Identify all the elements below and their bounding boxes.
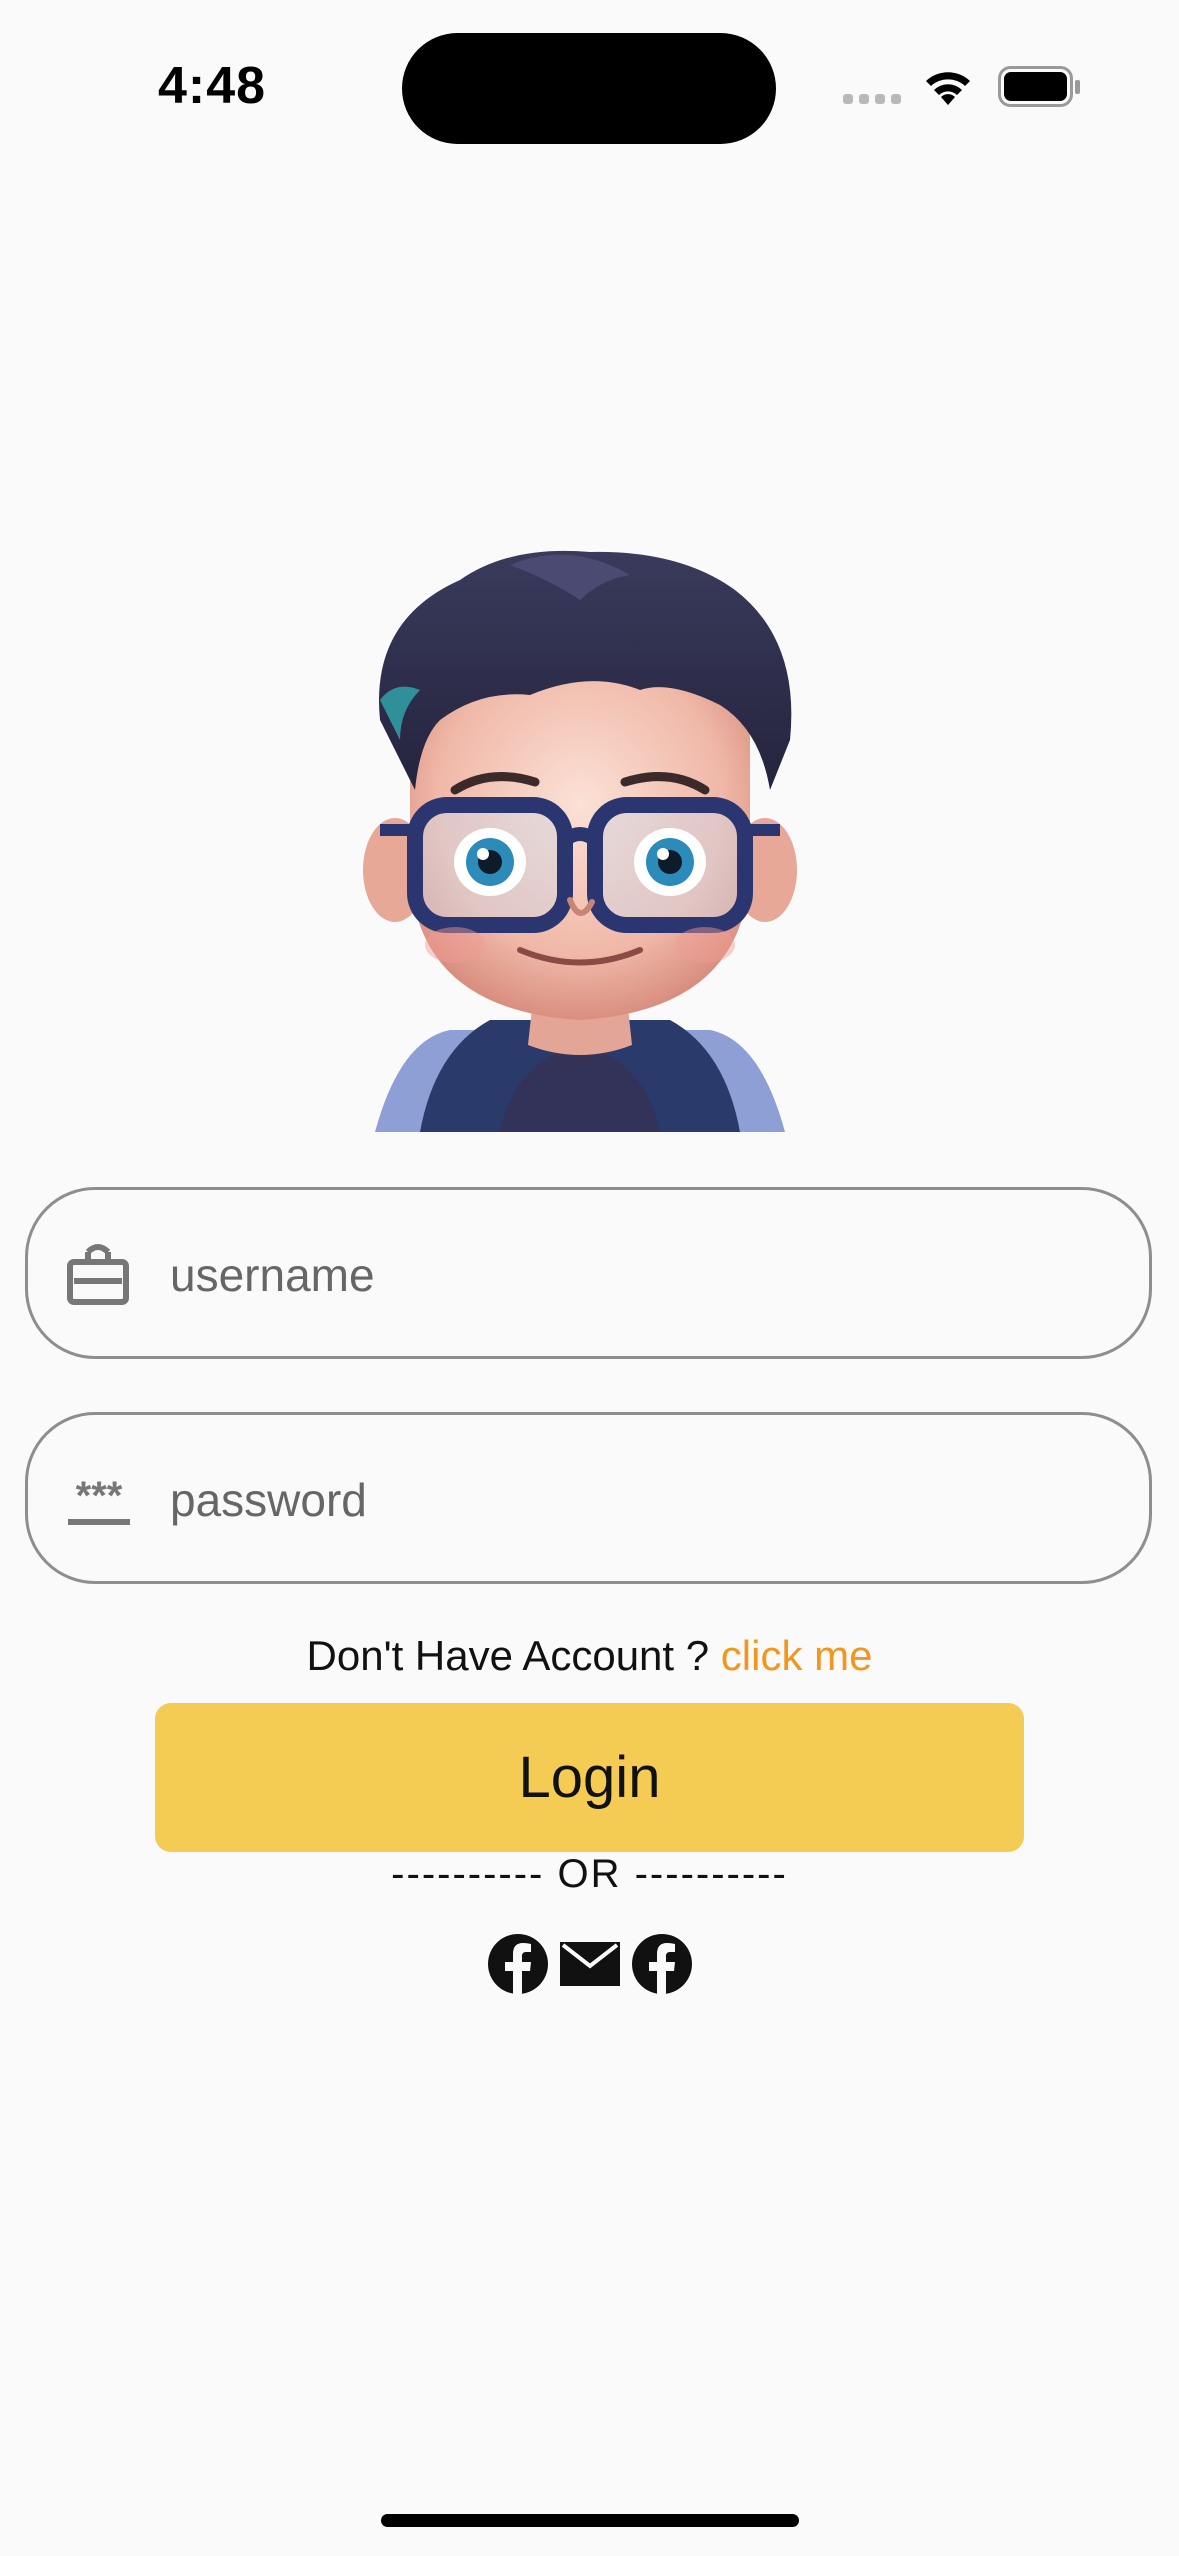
svg-text:***: *** [76,1474,123,1518]
signup-prompt-text: Don't Have Account ? [306,1632,710,1679]
wifi-icon [926,72,970,105]
dynamic-island [402,33,776,144]
mail-icon[interactable] [559,1933,621,1995]
id-badge-icon [67,1244,129,1305]
signup-prompt-row: Don't Have Account ? click me [0,1632,1179,1680]
home-indicator[interactable] [381,2514,799,2527]
or-separator: ---------- OR ---------- [391,1852,788,1896]
signup-link[interactable]: click me [721,1632,873,1679]
social-login-row [487,1933,693,1995]
password-input[interactable] [170,1455,1110,1545]
cellular-signal-icon [843,94,901,104]
username-field[interactable] [25,1187,1152,1359]
password-field[interactable]: *** [25,1412,1152,1584]
password-icon: *** [68,1474,130,1525]
status-time: 4:48 [158,57,267,115]
facebook-icon[interactable] [487,1933,549,1995]
status-bar: 4:48 [0,0,1179,180]
login-button[interactable]: Login [155,1703,1024,1852]
facebook-icon[interactable] [631,1933,693,1995]
avatar-image [363,550,797,1132]
battery-icon [998,66,1080,107]
username-input[interactable] [170,1230,1110,1320]
